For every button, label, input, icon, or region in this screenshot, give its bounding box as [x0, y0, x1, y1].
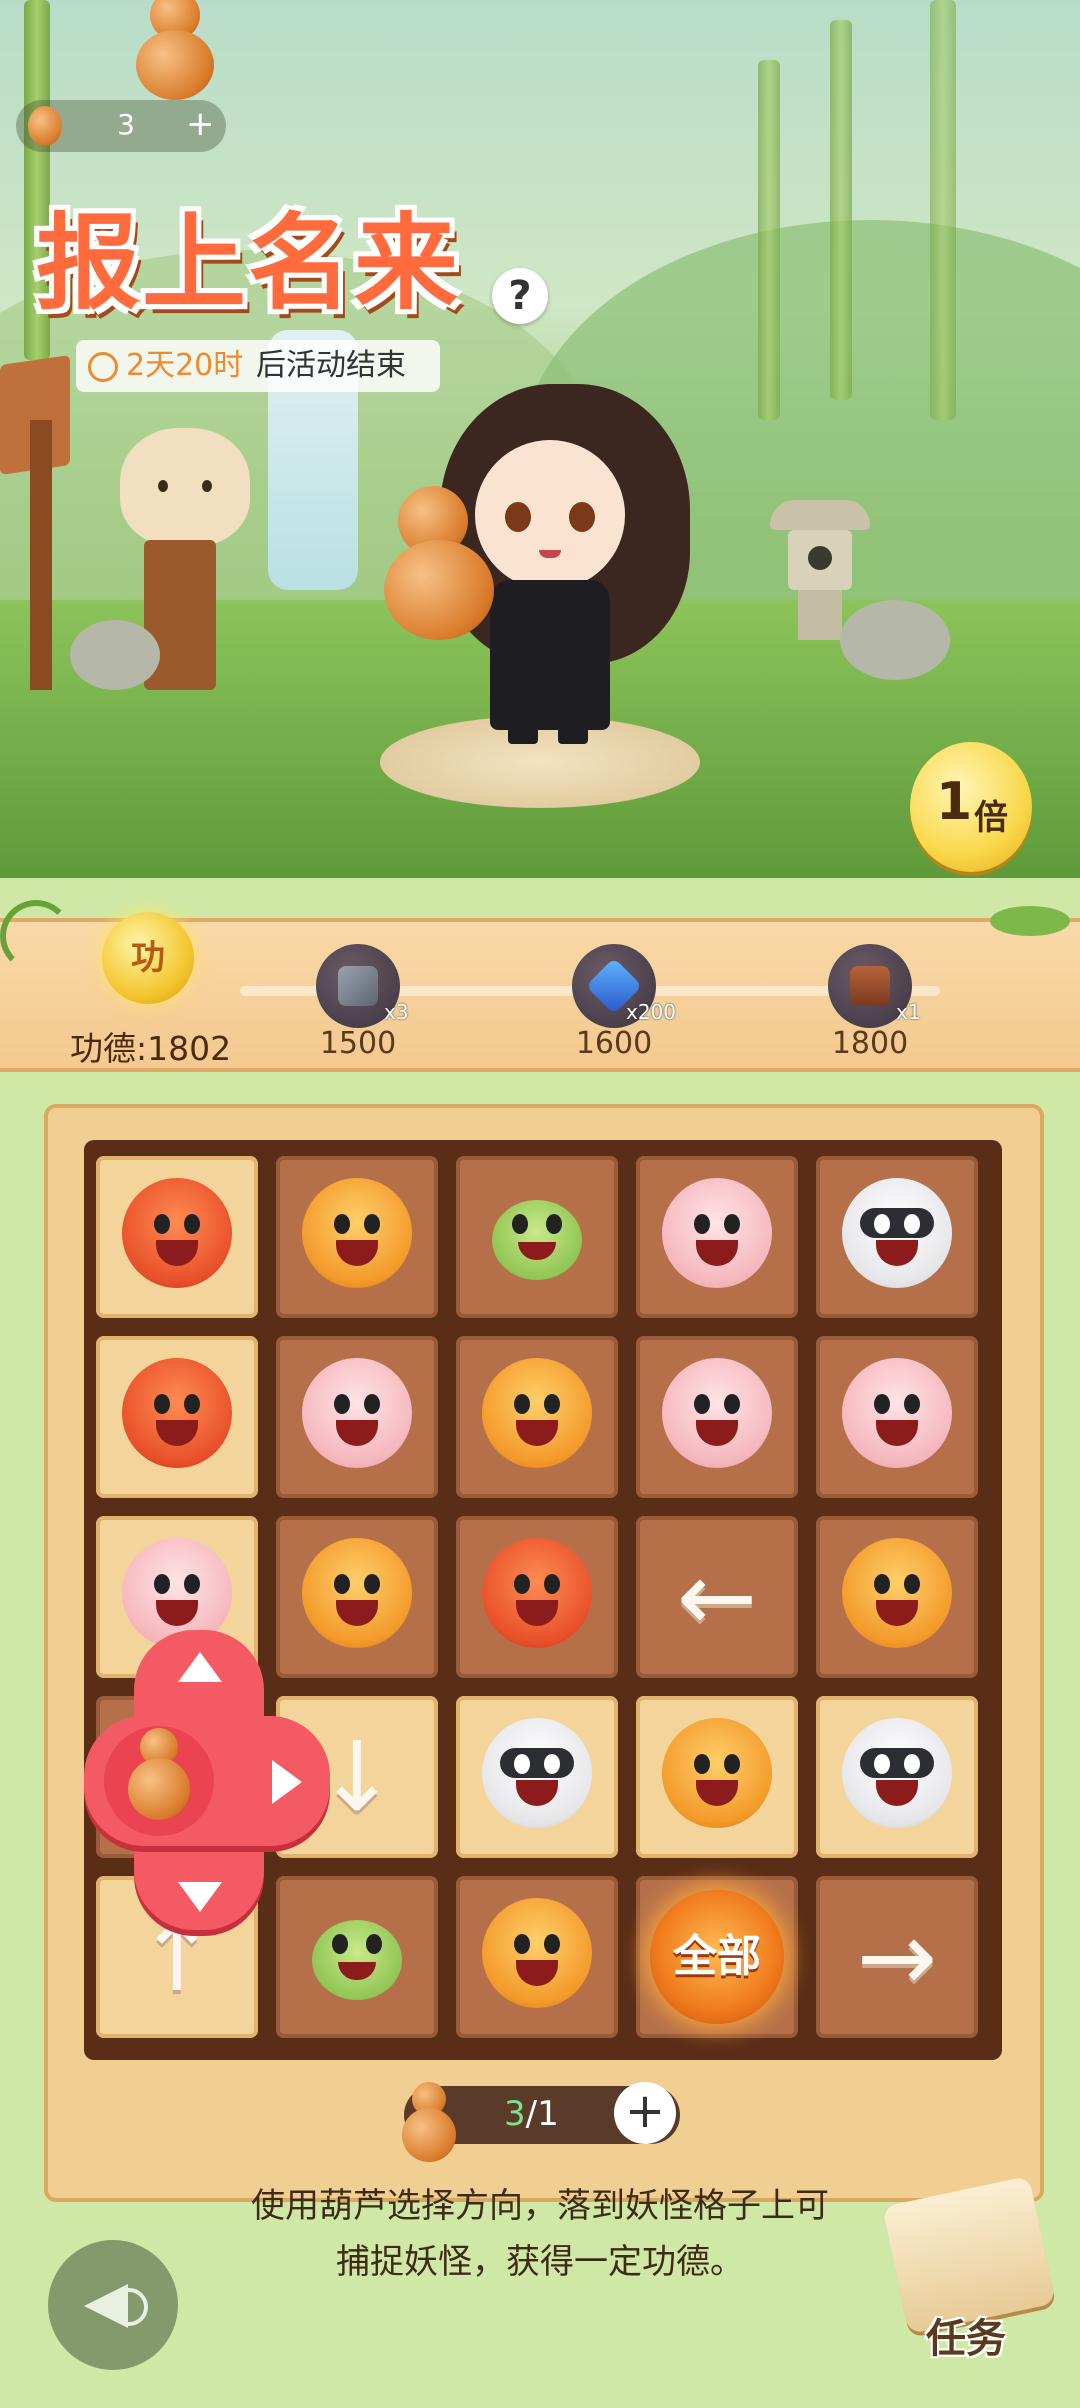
task-button[interactable]: 任务 — [880, 2175, 1060, 2380]
board-cell[interactable] — [456, 1336, 618, 1498]
tiger-monster-icon — [842, 1538, 952, 1648]
board-cell[interactable]: ← — [636, 1516, 798, 1678]
instructions: 使用葫芦选择方向，落到妖怪格子上可 捕捉妖怪，获得一定功德。 — [200, 2178, 880, 2290]
rock — [70, 620, 160, 690]
board-cell[interactable] — [816, 1516, 978, 1678]
back-circle-icon — [110, 2288, 148, 2326]
board-cell[interactable] — [816, 1336, 978, 1498]
timer-value: 2天20时 — [126, 348, 244, 383]
dragon-monster-icon — [482, 1538, 592, 1648]
pig-monster-icon — [662, 1358, 772, 1468]
dpad-down-icon[interactable] — [178, 1882, 222, 1912]
milestone-threshold: 1500 — [319, 1026, 397, 1061]
gourd-currency[interactable]: 3 + — [16, 100, 226, 152]
cat-statue-icon — [120, 428, 250, 546]
frog-monster-icon — [492, 1200, 582, 1280]
board-cell[interactable] — [96, 1156, 258, 1318]
pig-monster-icon — [302, 1358, 412, 1468]
gourd-icon — [128, 1758, 190, 1820]
multiplier-value: 1 — [936, 772, 973, 832]
raccoon-monster-icon — [482, 1718, 592, 1828]
instructions-line: 使用葫芦选择方向，落到妖怪格子上可 — [251, 2186, 829, 2226]
gourd-icon — [28, 106, 62, 146]
character-boot — [508, 720, 538, 744]
raccoon-monster-icon — [842, 1178, 952, 1288]
frog-monster-icon — [312, 1920, 402, 2000]
pig-monster-icon — [662, 1178, 772, 1288]
select-all-button[interactable]: 全部 — [650, 1890, 784, 2024]
board-cell[interactable] — [636, 1336, 798, 1498]
tiger-monster-icon — [302, 1178, 412, 1288]
back-button[interactable] — [48, 2240, 178, 2370]
board-cell[interactable] — [456, 1696, 618, 1858]
clock-icon — [88, 352, 118, 382]
vine-decoration — [0, 900, 72, 972]
milestone-count: x3 — [384, 1000, 409, 1024]
leaf-decoration — [990, 906, 1070, 936]
board-cell[interactable] — [816, 1696, 978, 1858]
dpad-right-icon[interactable] — [272, 1760, 302, 1804]
signpost-pole — [30, 420, 52, 690]
board-cell[interactable] — [816, 1156, 978, 1318]
board-cell[interactable] — [456, 1516, 618, 1678]
bamboo — [758, 60, 780, 420]
instructions-line: 捕捉妖怪，获得一定功德。 — [336, 2242, 744, 2282]
milestone-count: x200 — [626, 1000, 677, 1024]
board-cell[interactable] — [276, 1156, 438, 1318]
bamboo — [830, 20, 852, 400]
bamboo — [930, 0, 956, 420]
gourd-total: 1 — [537, 2094, 559, 2134]
board-cell[interactable]: → — [816, 1876, 978, 2038]
board-cell[interactable] — [276, 1336, 438, 1498]
dragon-monster-icon — [122, 1358, 232, 1468]
currency-amount: 3 — [117, 108, 135, 141]
gourd-separator: / — [525, 2094, 538, 2134]
held-gourd-icon — [384, 540, 494, 640]
sword-icon — [338, 966, 378, 1006]
add-gourd-button[interactable]: + — [614, 2082, 676, 2144]
tiger-monster-icon — [482, 1358, 592, 1468]
task-label: 任务 — [926, 2316, 1006, 2362]
character-face — [475, 440, 625, 590]
milestone-threshold: 1800 — [831, 1026, 909, 1061]
multiplier-button[interactable]: 1 倍 — [910, 742, 1032, 872]
hanging-gourd-icon — [136, 30, 214, 100]
milestone-threshold: 1600 — [575, 1026, 653, 1061]
board-cell[interactable] — [636, 1156, 798, 1318]
tiger-monster-icon — [482, 1898, 592, 2008]
pig-monster-icon — [842, 1358, 952, 1468]
character-boot — [558, 720, 588, 744]
gourd-current: 3 — [504, 2094, 526, 2134]
arrow-left-icon: ← — [676, 1541, 758, 1653]
merit-total: 功德:1802 — [70, 1029, 232, 1068]
board-cell[interactable]: 全部 — [636, 1876, 798, 2038]
add-currency-icon[interactable]: + — [186, 104, 215, 144]
board-cell[interactable] — [456, 1156, 618, 1318]
timer-suffix: 后活动结束 — [256, 348, 406, 383]
dragon-monster-icon — [122, 1178, 232, 1288]
event-timer: 2天20时 后活动结束 — [76, 340, 440, 392]
rock — [840, 600, 950, 680]
milestone-count: x1 — [896, 1000, 921, 1024]
gourd-counter: 3/1 + — [402, 2082, 680, 2162]
character-body — [490, 580, 610, 730]
board-cell[interactable] — [96, 1336, 258, 1498]
event-title: 报上名来 — [36, 202, 461, 324]
arrow-right-icon: → — [856, 1901, 938, 2013]
raccoon-monster-icon — [842, 1718, 952, 1828]
merit-coin-icon: 功 — [102, 912, 194, 1004]
help-icon[interactable]: ? — [492, 268, 548, 324]
board-cell[interactable] — [456, 1876, 618, 2038]
dpad-up-icon[interactable] — [178, 1652, 222, 1682]
chest-icon — [850, 966, 890, 1006]
multiplier-unit: 倍 — [974, 798, 1008, 838]
tiger-monster-icon — [662, 1718, 772, 1828]
direction-pad[interactable] — [84, 1630, 334, 1930]
gourd-count: 3/1 — [504, 2094, 559, 2134]
board-cell[interactable] — [636, 1696, 798, 1858]
